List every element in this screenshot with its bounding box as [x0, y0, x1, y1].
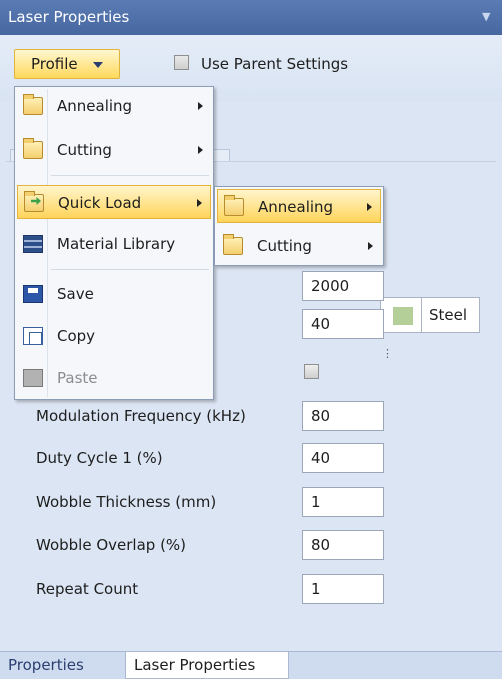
menu-item-label: Paste — [57, 369, 98, 387]
profile-menu: Annealing Cutting Quick Load Material Li… — [14, 86, 214, 400]
profile-button-label: Profile — [31, 55, 78, 73]
chevron-right-icon — [367, 203, 372, 211]
property-label: Modulation Frequency (kHz) — [36, 407, 246, 425]
property-value-input[interactable]: 1 — [302, 574, 384, 604]
menu-item-label: Save — [57, 285, 94, 303]
menu-item-paste: Paste — [17, 361, 211, 395]
use-parent-settings-checkbox[interactable] — [174, 55, 189, 70]
submenu-item-cutting[interactable]: Cutting — [217, 229, 381, 263]
title-bar: Laser Properties ▼ — [0, 0, 502, 35]
material-swatch — [393, 307, 413, 325]
menu-item-label: Cutting — [257, 237, 312, 255]
tab-laser-properties[interactable]: Laser Properties — [125, 652, 289, 679]
folder-icon — [224, 195, 244, 216]
menu-item-material-library[interactable]: Material Library — [17, 227, 211, 261]
copy-icon — [23, 327, 43, 345]
bottom-tab-bar: Properties Laser Properties — [0, 651, 502, 679]
quick-load-icon — [24, 191, 44, 212]
property-value-input[interactable]: 80 — [302, 530, 384, 560]
chevron-right-icon — [368, 242, 373, 250]
ellipsis-icon: ⋮ — [382, 347, 393, 360]
chevron-down-icon — [93, 62, 103, 68]
property-checkbox[interactable] — [304, 364, 319, 379]
chevron-right-icon — [198, 102, 203, 110]
property-label: Duty Cycle 1 (%) — [36, 449, 163, 467]
property-value-input[interactable]: 1 — [302, 487, 384, 517]
window-title: Laser Properties — [8, 8, 130, 26]
folder-icon — [223, 234, 243, 255]
menu-item-label: Quick Load — [58, 194, 142, 212]
material-library-icon — [23, 235, 43, 253]
material-separator — [421, 298, 422, 332]
menu-item-quick-load[interactable]: Quick Load — [17, 185, 211, 219]
menu-item-label: Annealing — [258, 198, 334, 216]
pin-icon[interactable]: ▼ — [482, 11, 494, 23]
menu-item-cutting[interactable]: Cutting — [17, 133, 211, 167]
tab-label: Laser Properties — [134, 656, 256, 674]
chevron-right-icon — [198, 146, 203, 154]
property-label: Repeat Count — [36, 580, 139, 598]
folder-icon — [23, 94, 43, 115]
tab-label: Properties — [8, 656, 84, 674]
paste-icon — [23, 369, 43, 387]
use-parent-settings-label: Use Parent Settings — [201, 55, 349, 73]
property-value-input[interactable]: 80 — [302, 401, 384, 431]
chevron-right-icon — [197, 199, 202, 207]
menu-item-label: Material Library — [57, 235, 176, 253]
use-parent-settings[interactable]: Use Parent Settings — [174, 51, 348, 77]
tab-properties[interactable]: Properties — [0, 652, 125, 679]
menu-item-label: Annealing — [57, 97, 133, 115]
menu-separator — [51, 175, 209, 176]
menu-separator — [51, 269, 209, 270]
menu-item-save[interactable]: Save — [17, 277, 211, 311]
menu-item-label: Copy — [57, 327, 96, 345]
material-cell[interactable]: Steel — [380, 297, 480, 333]
menu-item-label: Cutting — [57, 141, 112, 159]
material-label: Steel — [429, 306, 468, 324]
menu-item-copy[interactable]: Copy — [17, 319, 211, 353]
submenu-item-annealing[interactable]: Annealing — [217, 189, 381, 223]
profile-button[interactable]: Profile — [14, 49, 120, 79]
folder-icon — [23, 138, 43, 159]
property-value-input[interactable]: 40 — [302, 443, 384, 473]
menu-item-annealing[interactable]: Annealing — [17, 89, 211, 123]
property-label: Wobble Thickness (mm) — [36, 493, 217, 511]
quick-load-submenu: Annealing Cutting — [214, 186, 384, 266]
property-label: Wobble Overlap (%) — [36, 536, 187, 554]
property-value-input[interactable]: 40 — [302, 309, 384, 339]
property-value-input[interactable]: 2000 — [302, 271, 384, 301]
save-icon — [23, 285, 43, 303]
